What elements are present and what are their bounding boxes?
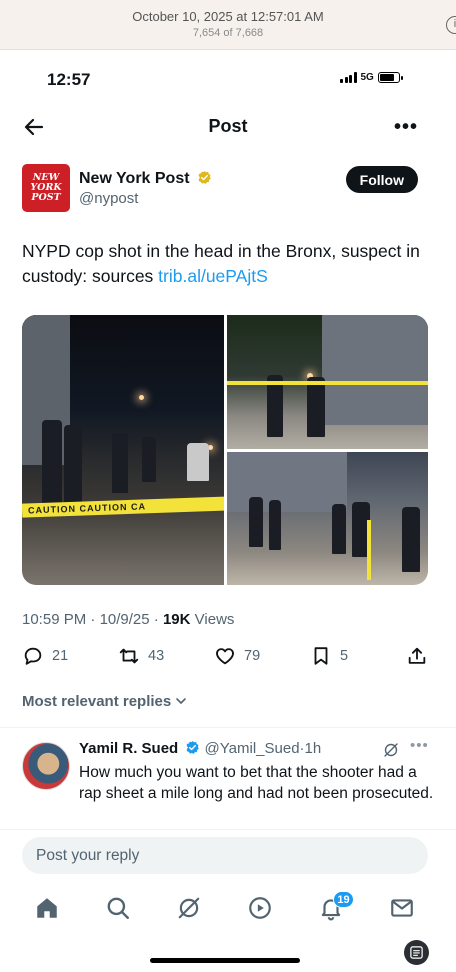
post-meta: 10:59 PM · 10/9/25 · 19K Views [22,611,235,628]
search-icon[interactable] [105,895,131,921]
verified-badge-icon [187,740,200,754]
signal-icon [340,72,357,83]
mail-icon[interactable] [389,895,415,921]
like-button[interactable]: 79 [214,645,260,667]
more-horizontal-icon[interactable]: ••• [394,116,418,139]
author-handle[interactable]: @nypost [79,190,138,207]
reply-count: 21 [52,648,69,664]
reply-author-name[interactable]: Yamil R. Sued [79,740,178,757]
replies-sort-dropdown[interactable]: Most relevant replies [22,693,187,710]
repost-button[interactable]: 43 [118,645,164,667]
post-actions: 21 43 79 5 [22,645,432,671]
media-photo-3[interactable] [227,452,428,585]
nav-bar: Post ••• [0,106,456,148]
share-button[interactable] [406,645,428,667]
floating-action-button[interactable] [404,940,429,965]
translate-icon [410,946,423,959]
reply-button[interactable]: 21 [22,645,68,667]
post-author: NEW YORK POST New York Post @nypost Foll… [22,164,422,214]
video-play-icon[interactable] [247,895,273,921]
author-name[interactable]: New York Post [79,170,212,188]
repost-count: 43 [148,648,165,664]
avatar[interactable]: NEW YORK POST [22,164,70,212]
reply-icon [24,647,42,665]
status-icons: 5G [340,72,403,83]
bookmark-button[interactable]: 5 [310,645,348,667]
follow-button[interactable]: Follow [345,166,418,193]
media-photo-2[interactable] [227,315,428,449]
battery-icon [377,72,403,83]
divider [0,727,456,728]
repost-icon [119,648,139,664]
media-grid: CAUTION CAUTION CA [22,315,428,585]
media-photo-1[interactable]: CAUTION CAUTION CA [22,315,224,585]
home-indicator [150,958,300,963]
status-bar: 12:57 5G [0,50,456,106]
home-icon[interactable] [34,895,60,921]
grok-icon[interactable] [176,895,202,921]
verified-badge-icon [198,170,211,184]
network-label: 5G [360,72,374,83]
like-count: 79 [244,648,261,664]
reply-author-handle[interactable]: @Yamil_Sued [205,740,300,757]
post-link[interactable]: trib.al/uePAjtS [158,266,268,286]
reply-input[interactable]: Post your reply [22,837,428,874]
reply-text: How much you want to bet that the shoote… [79,764,434,802]
viewer-count: 7,654 of 7,668 [192,27,264,39]
divider [0,829,456,830]
reply-header: Yamil R. Sued @Yamil_Sued·1h [79,740,322,757]
more-horizontal-icon[interactable]: ••• [410,737,429,754]
grok-icon[interactable] [383,742,399,758]
status-time: 12:57 [47,70,91,89]
heart-icon [216,648,234,665]
avatar[interactable] [22,742,70,790]
chevron-down-icon [176,698,187,704]
bookmark-icon [314,647,328,665]
bookmark-count: 5 [340,648,349,664]
viewer-title: October 10, 2025 at 12:57:01 AM [132,9,324,24]
viewer-header: October 10, 2025 at 12:57:01 AM 7,654 of… [0,0,456,50]
reply-time: 1h [304,740,322,757]
post-text: NYPD cop shot in the head in the Bronx, … [22,241,420,286]
share-icon [408,647,426,664]
page-title: Post [208,116,248,136]
bottom-tab-bar: 19 [0,884,456,932]
notification-badge: 19 [333,891,354,908]
